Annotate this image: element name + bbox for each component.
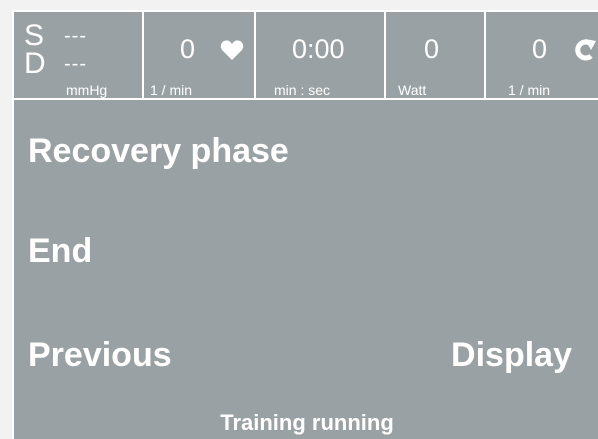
systolic-label: S xyxy=(24,19,45,52)
device-screen: S --- D --- mmHg 0 1 / min 0:00 min : se… xyxy=(12,10,598,439)
cadence-unit: 1 / min xyxy=(508,82,551,98)
training-status: Training running xyxy=(220,410,394,435)
heart-rate-value: 0 xyxy=(180,34,196,64)
time-cell: 0:00 min : sec xyxy=(256,12,386,98)
display-button[interactable]: Display xyxy=(451,335,572,375)
end-button[interactable]: End xyxy=(28,231,92,271)
diastolic-value: --- xyxy=(64,53,87,75)
heart-icon xyxy=(220,39,244,66)
heart-rate-cell: 0 1 / min xyxy=(144,12,256,98)
heart-rate-unit: 1 / min xyxy=(150,82,193,98)
time-unit: min : sec xyxy=(274,82,331,98)
blood-pressure-cell: S --- D --- mmHg xyxy=(14,12,144,98)
previous-button[interactable]: Previous xyxy=(28,335,172,375)
time-value: 0:00 xyxy=(292,34,345,64)
power-value: 0 xyxy=(424,34,440,64)
recovery-phase-title: Recovery phase xyxy=(28,132,289,170)
diastolic-label: D xyxy=(24,47,46,80)
cadence-value: 0 xyxy=(532,34,548,64)
status-bar: S --- D --- mmHg 0 1 / min 0:00 min : se… xyxy=(14,12,598,100)
power-cell: 0 Watt xyxy=(386,12,486,98)
blood-pressure-unit: mmHg xyxy=(66,82,108,98)
systolic-value: --- xyxy=(64,25,87,47)
power-unit: Watt xyxy=(398,82,427,98)
cadence-cell: 0 1 / min xyxy=(486,12,598,98)
rotation-arrow-icon xyxy=(572,36,598,69)
